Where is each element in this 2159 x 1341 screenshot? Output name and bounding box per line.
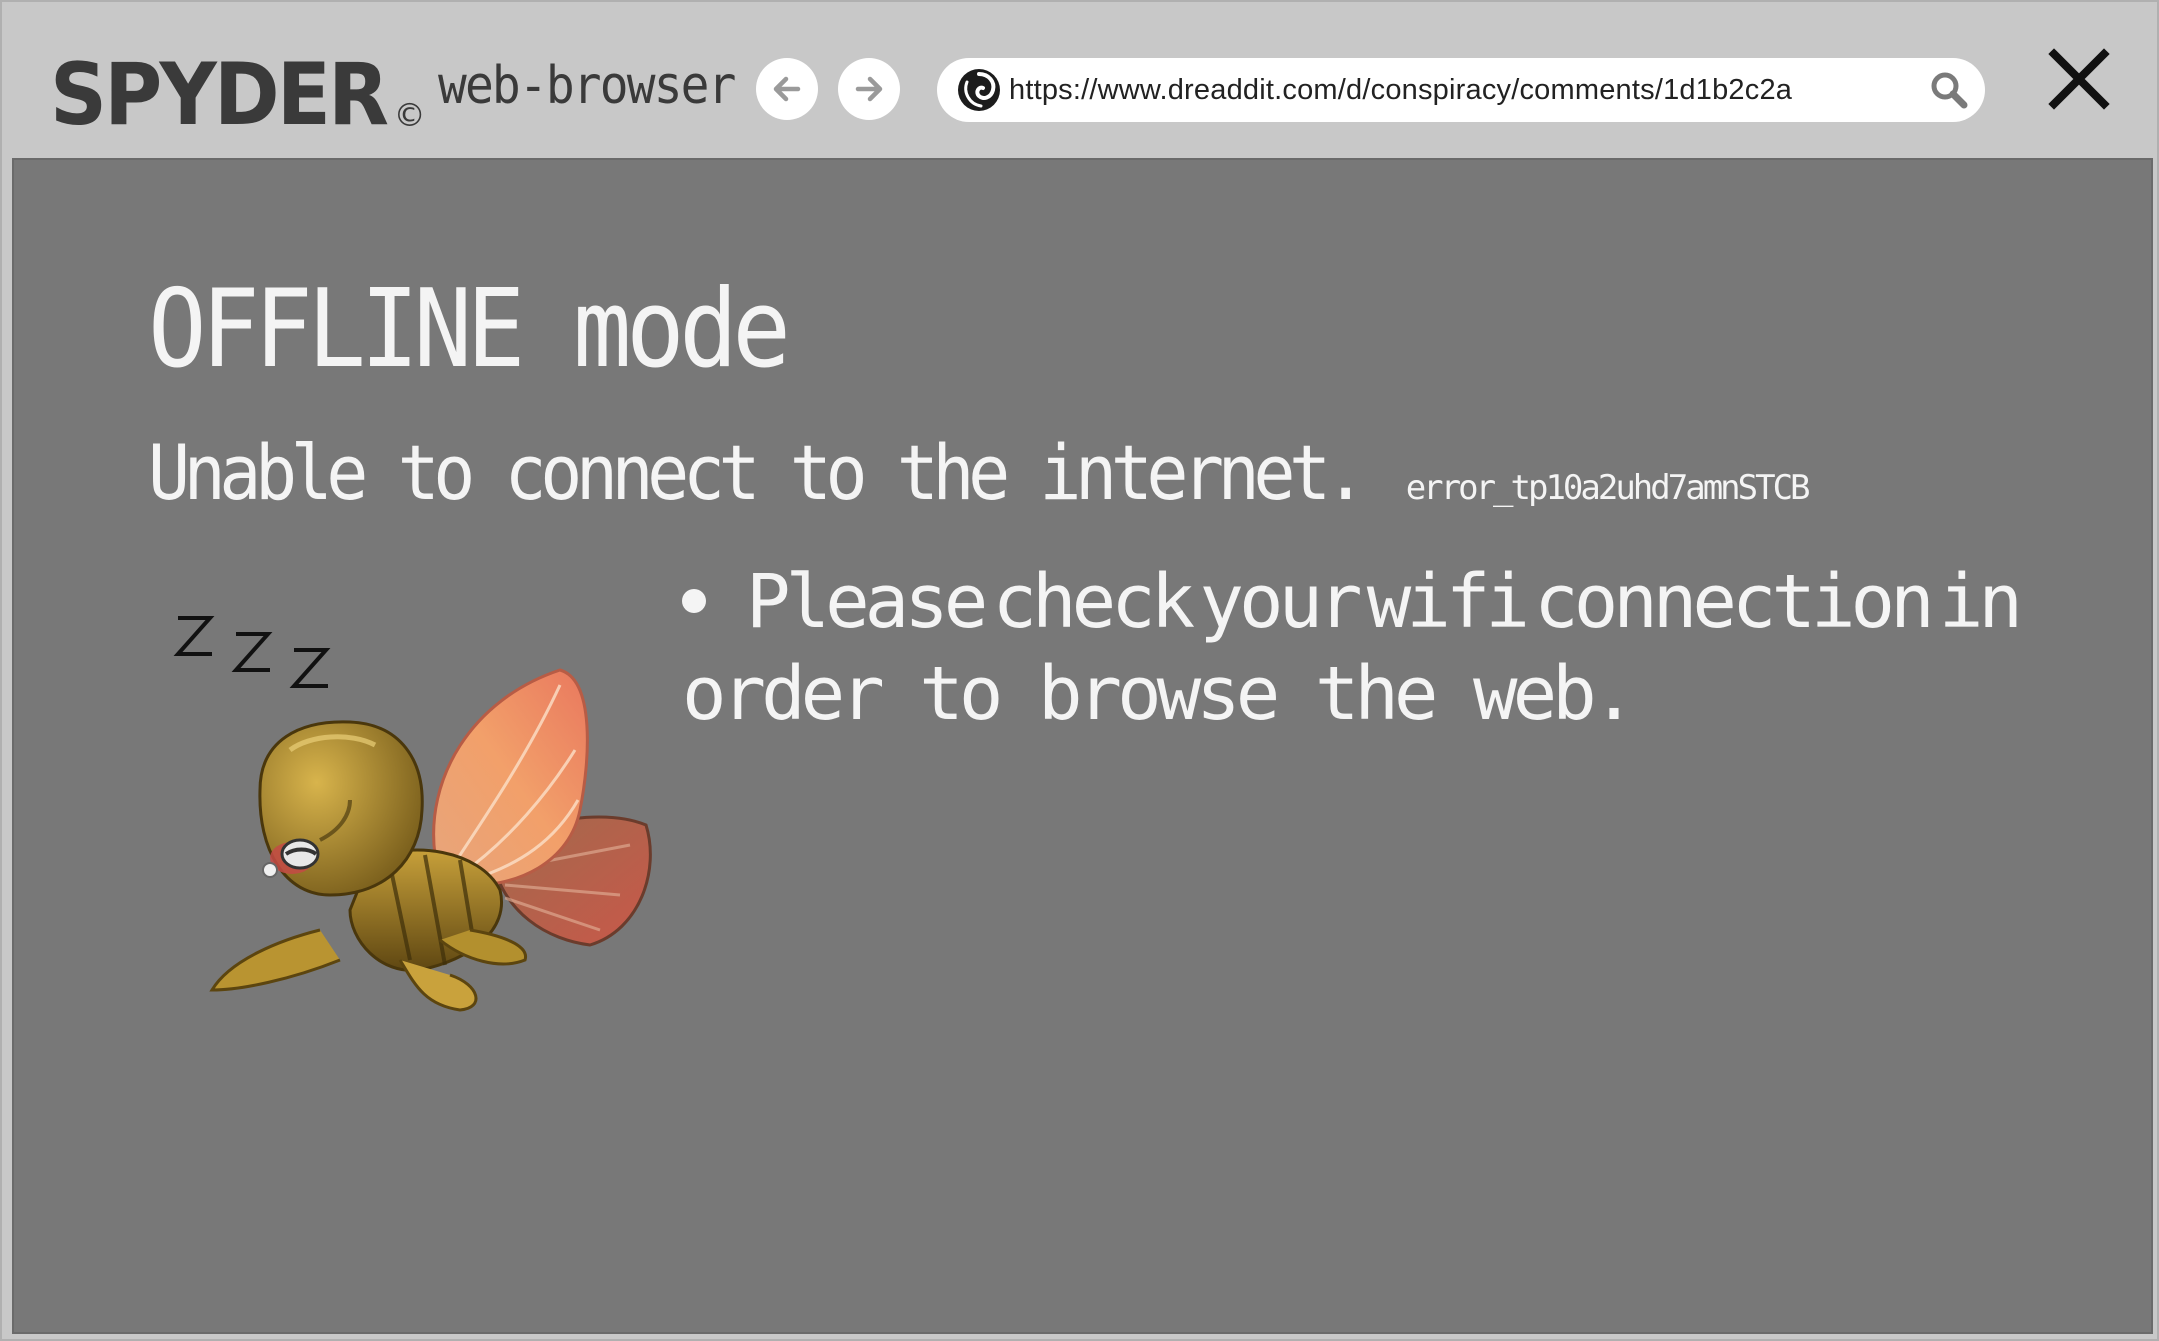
browser-toolbar: SPYDER © web-browser https://www.dreaddi… (2, 2, 2157, 158)
site-favicon-icon (958, 69, 1000, 111)
browser-window: SPYDER © web-browser https://www.dreaddi… (0, 0, 2159, 1341)
close-button[interactable] (2046, 46, 2112, 112)
back-button[interactable] (756, 58, 818, 120)
bullet-dot-icon (682, 589, 706, 613)
page-content: OFFLINE mode Unable to connect to the in… (12, 158, 2153, 1334)
offline-heading: OFFLINE mode (148, 267, 791, 392)
bullet-word: check (992, 559, 1195, 645)
address-bar[interactable]: https://www.dreaddit.com/d/conspiracy/co… (937, 58, 1985, 122)
sleeping-moth-illustration (209, 668, 652, 1012)
url-text[interactable]: https://www.dreaddit.com/d/conspiracy/co… (1009, 74, 1917, 107)
search-icon[interactable] (1929, 70, 1969, 110)
bullet-word: Please (682, 556, 988, 648)
bullet-word: in (1938, 559, 2023, 645)
bullet-line-1: Please check your wifi connection in (682, 556, 2023, 648)
instruction-bullet: Please check your wifi connection in ord… (682, 556, 2023, 740)
bullet-line-2: order to browse the web. (682, 651, 1636, 737)
copyright-mark: © (393, 96, 426, 134)
app-logo: SPYDER © (50, 38, 426, 138)
bullet-word: connection (1534, 559, 1935, 645)
logo-text: SPYDER (50, 45, 389, 145)
arrow-right-icon (855, 76, 883, 102)
forward-button[interactable] (838, 58, 900, 120)
arrow-left-icon (773, 76, 801, 102)
bullet-word: wifi (1366, 559, 1530, 645)
close-icon (2048, 48, 2110, 110)
app-subtitle: web-browser (438, 56, 736, 116)
error-code: error_tp10a2uhd7amnSTCB (1405, 468, 1811, 508)
offline-message-line: Unable to connect to the internet. error… (148, 428, 1811, 517)
bullet-word: your (1199, 559, 1362, 645)
offline-message: Unable to connect to the internet. (148, 428, 1367, 517)
